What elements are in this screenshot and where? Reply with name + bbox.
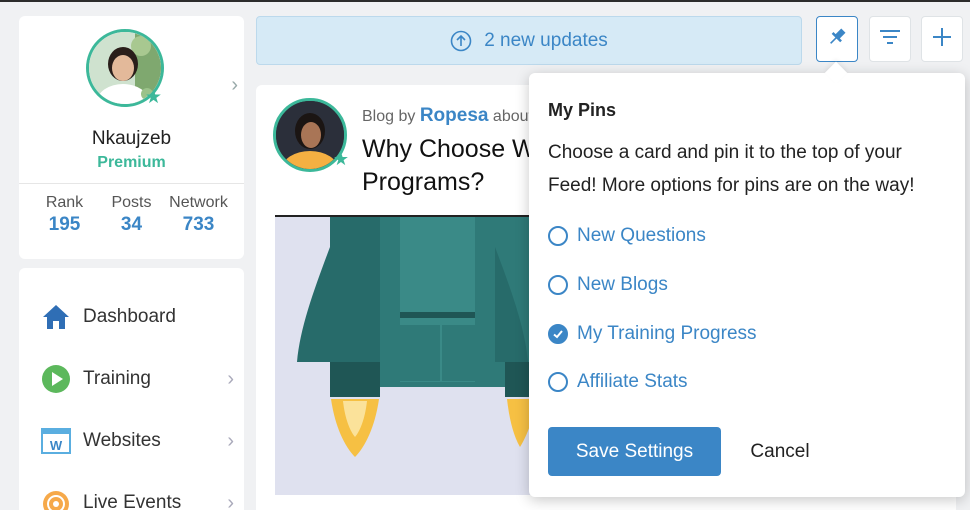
my-pins-popup: My Pins Choose a card and pin it to the … [529, 61, 965, 497]
radio-button[interactable] [548, 372, 568, 392]
plus-icon [931, 26, 953, 53]
profile-name[interactable]: Nkaujzeb [19, 128, 244, 150]
pin-option-new-questions[interactable]: New Questions [548, 221, 706, 251]
sidebar-item-live-events[interactable]: Live Events › [19, 478, 244, 510]
sidebar-nav: Dashboard Training › W Websites › Live E… [19, 268, 244, 510]
filter-button[interactable] [869, 16, 911, 62]
new-updates-button[interactable]: 2 new updates [256, 16, 802, 65]
broadcast-icon [40, 487, 72, 510]
sidebar-item-dashboard[interactable]: Dashboard [19, 292, 244, 342]
cancel-button[interactable]: Cancel [742, 427, 818, 476]
author-link[interactable]: Ropesa [420, 105, 489, 126]
popup-caret [824, 61, 848, 85]
pin-option-label: Affiliate Stats [577, 371, 688, 392]
profile-card: ★ › Nkaujzeb Premium Rank 195 Posts 34 N… [19, 16, 244, 259]
arrow-up-circle-icon [450, 30, 472, 52]
stat-network[interactable]: Network 733 [165, 194, 232, 236]
checkmark-icon [553, 330, 563, 339]
add-button[interactable] [921, 16, 963, 62]
popup-description: Choose a card and pin it to the top of y… [548, 142, 915, 196]
stat-posts[interactable]: Posts 34 [98, 194, 165, 236]
sidebar-item-label: Live Events [83, 492, 182, 510]
sidebar-item-label: Websites [83, 430, 161, 451]
popup-title: My Pins [548, 100, 617, 120]
pin-option-affiliate-stats[interactable]: Affiliate Stats [548, 367, 688, 397]
meta-prefix: Blog by [362, 108, 416, 125]
stat-label: Rank [45, 194, 84, 211]
sidebar-item-label: Dashboard [83, 306, 176, 327]
website-w-icon: W [40, 425, 72, 457]
blog-meta: Blog by Ropesa about [362, 105, 533, 127]
author-avatar[interactable]: ★ [273, 98, 349, 172]
sidebar-item-label: Training [83, 368, 151, 389]
svg-text:W: W [50, 438, 63, 453]
pin-option-new-blogs[interactable]: New Blogs [548, 270, 668, 300]
premium-star-icon: ★ [144, 87, 162, 108]
pin-option-label: New Questions [577, 225, 706, 246]
membership-tier: Premium [97, 154, 166, 171]
pin-option-my-training-progress[interactable]: My Training Progress [548, 319, 757, 349]
stat-value: 733 [182, 214, 215, 235]
profile-stats: Rank 195 Posts 34 Network 733 [31, 194, 232, 236]
stat-label: Posts [111, 194, 152, 211]
chevron-right-icon: › [227, 491, 234, 510]
chevron-right-icon: › [227, 429, 234, 452]
pin-option-label: New Blogs [577, 274, 668, 295]
divider [19, 183, 244, 184]
stat-rank[interactable]: Rank 195 [31, 194, 98, 236]
save-settings-button[interactable]: Save Settings [548, 427, 721, 476]
chevron-right-icon[interactable]: › [231, 74, 238, 97]
profile-avatar[interactable]: ★ [86, 29, 164, 107]
radio-button-checked[interactable] [548, 324, 568, 344]
house-icon [40, 301, 72, 333]
sidebar-item-websites[interactable]: W Websites › [19, 416, 244, 466]
chevron-right-icon: › [227, 367, 234, 390]
meta-suffix: about [492, 108, 533, 125]
stat-value: 195 [48, 214, 81, 235]
radio-button[interactable] [548, 275, 568, 295]
pin-button[interactable] [816, 16, 858, 62]
pin-option-label: My Training Progress [577, 323, 757, 344]
stat-label: Network [169, 194, 228, 211]
star-badge-icon: ★ [332, 149, 349, 169]
stat-value: 34 [120, 214, 143, 235]
radio-button[interactable] [548, 226, 568, 246]
filter-icon [878, 26, 902, 53]
updates-label: 2 new updates [484, 29, 608, 51]
sidebar-item-training[interactable]: Training › [19, 354, 244, 404]
pin-icon [826, 26, 848, 53]
play-circle-icon [40, 363, 72, 395]
